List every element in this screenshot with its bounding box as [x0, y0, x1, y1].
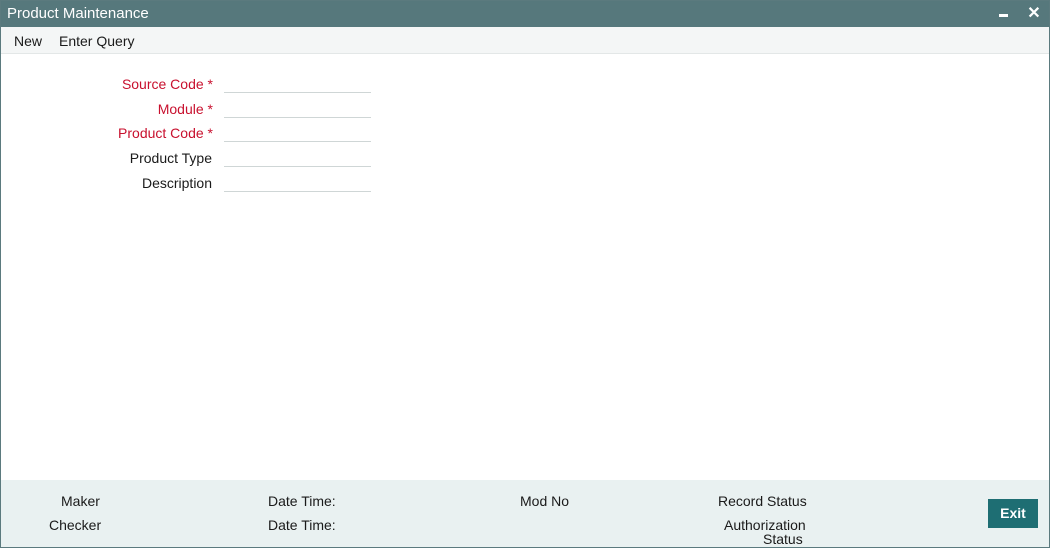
product-code-input[interactable] [224, 123, 371, 142]
minimize-button[interactable] [993, 4, 1013, 24]
form-row-product-code: Product Code * [1, 123, 401, 145]
maker-date-time-label: Date Time: [268, 493, 336, 509]
description-label: Description [141, 175, 212, 191]
checker-label: Checker [49, 517, 102, 533]
module-input[interactable] [224, 99, 371, 118]
product-type-label: Product Type [129, 150, 212, 166]
mod-no-label: Mod No [520, 493, 570, 509]
checker-date-time-label: Date Time: [268, 517, 336, 533]
form-row-source-code: Source Code * [1, 74, 401, 96]
new-button[interactable]: New [14, 33, 42, 49]
enter-query-button[interactable]: Enter Query [59, 33, 134, 49]
module-label: Module * [157, 101, 213, 117]
maker-label: Maker [61, 493, 100, 509]
source-code-label: Source Code * [121, 76, 213, 92]
minimize-icon [999, 14, 1008, 17]
product-type-input[interactable] [224, 148, 371, 167]
description-input[interactable] [224, 173, 371, 192]
product-code-label: Product Code * [118, 125, 213, 141]
source-code-input[interactable] [224, 74, 371, 93]
audit-footer [1, 480, 1049, 547]
close-button[interactable]: ✕ [1024, 4, 1044, 24]
authorization-status-label-line2: Status [763, 531, 803, 547]
exit-button[interactable]: Exit [988, 499, 1038, 528]
record-status-label: Record Status [718, 493, 807, 509]
product-maintenance-window: Product Maintenance ✕ New Enter Query So… [0, 0, 1050, 548]
form-row-description: Description [1, 173, 401, 195]
window-title: Product Maintenance [7, 5, 149, 22]
form-row-product-type: Product Type [1, 148, 401, 170]
title-bar: Product Maintenance ✕ [1, 1, 1049, 27]
form-row-module: Module * [1, 99, 401, 121]
toolbar: New Enter Query [1, 27, 1049, 54]
close-icon: ✕ [1027, 5, 1041, 22]
